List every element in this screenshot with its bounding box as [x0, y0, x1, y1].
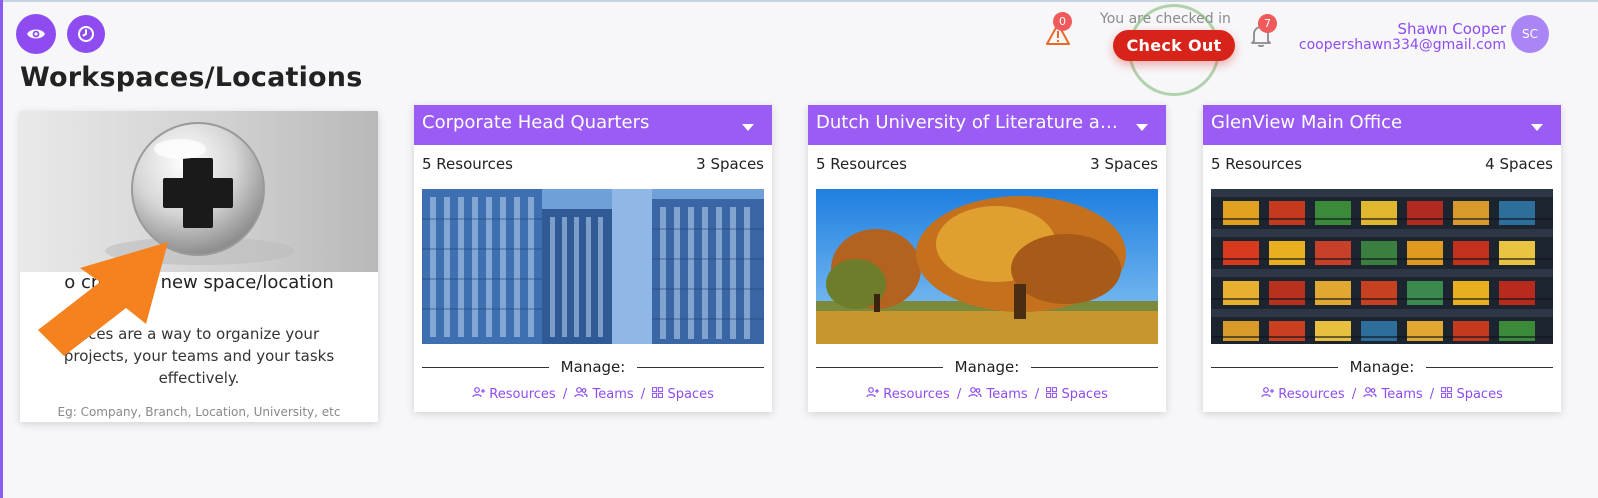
left-border — [0, 0, 3, 498]
spaces-count: 3 Spaces — [1090, 155, 1158, 173]
manage-links: Resources / Teams / Spaces — [808, 387, 1166, 402]
alerts-count-badge: 0 — [1053, 12, 1072, 31]
resources-count: 5 Resources — [816, 155, 907, 173]
spaces-count: 4 Spaces — [1485, 155, 1553, 173]
manage-resources-link[interactable]: Resources — [1261, 387, 1349, 402]
top-border — [0, 0, 1598, 2]
manage-spaces-link[interactable]: Spaces — [1042, 387, 1108, 402]
manage-resources-link[interactable]: Resources — [472, 387, 560, 402]
alerts-button[interactable]: 0 — [1045, 12, 1073, 50]
eye-icon — [27, 29, 45, 39]
view-toggle-button[interactable] — [16, 14, 56, 54]
grid-icon — [652, 387, 664, 398]
clock-icon — [78, 26, 94, 42]
notifications-button[interactable]: 7 — [1250, 14, 1278, 52]
check-out-button[interactable]: Check Out — [1113, 30, 1235, 61]
create-card-example: Eg: Company, Branch, Location, Universit… — [57, 405, 341, 419]
manage-resources-link[interactable]: Resources — [866, 387, 954, 402]
workspace-name: Dutch University of Literature and… — [816, 112, 1128, 133]
manage-links: Resources / Teams / Spaces — [414, 387, 772, 402]
workspace-card-header[interactable]: Dutch University of Literature and… — [808, 105, 1166, 145]
workspace-name: GlenView Main Office — [1211, 112, 1403, 133]
page-title: Workspaces/Locations — [20, 62, 363, 93]
manage-label: Manage: — [808, 358, 1166, 376]
user-plus-icon — [1261, 387, 1275, 398]
users-icon — [1363, 387, 1377, 398]
resources-count: 5 Resources — [1211, 155, 1302, 173]
workspace-card-header[interactable]: Corporate Head Quarters — [414, 105, 772, 145]
resources-count: 5 Resources — [422, 155, 513, 173]
chevron-down-icon[interactable] — [1136, 124, 1148, 131]
user-name[interactable]: Shawn Cooper — [1397, 20, 1506, 38]
manage-spaces-link[interactable]: Spaces — [648, 387, 714, 402]
time-tracker-button[interactable] — [67, 15, 105, 53]
avatar[interactable]: SC — [1511, 15, 1549, 53]
workspace-image — [422, 189, 764, 344]
manage-label: Manage: — [414, 358, 772, 376]
manage-links: Resources / Teams / Spaces — [1203, 387, 1561, 402]
manage-teams-link[interactable]: Teams — [1359, 387, 1427, 402]
grid-icon — [1441, 387, 1453, 398]
manage-teams-link[interactable]: Teams — [964, 387, 1032, 402]
workspace-card: Dutch University of Literature and… 5 Re… — [808, 105, 1166, 412]
workspace-card-header[interactable]: GlenView Main Office — [1203, 105, 1561, 145]
user-email: coopershawn334@gmail.com — [1298, 37, 1506, 53]
workspace-image — [816, 189, 1158, 344]
workspace-name: Corporate Head Quarters — [422, 112, 650, 133]
workspace-card: Corporate Head Quarters 5 Resources 3 Sp… — [414, 105, 772, 412]
workspace-card: GlenView Main Office 5 Resources 4 Space… — [1203, 105, 1561, 412]
manage-spaces-link[interactable]: Spaces — [1437, 387, 1503, 402]
chevron-down-icon[interactable] — [742, 124, 754, 131]
manage-teams-link[interactable]: Teams — [570, 387, 638, 402]
users-icon — [574, 387, 588, 398]
spaces-count: 3 Spaces — [696, 155, 764, 173]
workspace-image — [1211, 189, 1553, 344]
users-icon — [968, 387, 982, 398]
chevron-down-icon[interactable] — [1531, 124, 1543, 131]
user-plus-icon — [866, 387, 880, 398]
grid-icon — [1046, 387, 1058, 398]
notifications-count-badge: 7 — [1258, 14, 1277, 33]
user-plus-icon — [472, 387, 486, 398]
arrow-pointer-icon — [38, 242, 168, 356]
manage-label: Manage: — [1203, 358, 1561, 376]
